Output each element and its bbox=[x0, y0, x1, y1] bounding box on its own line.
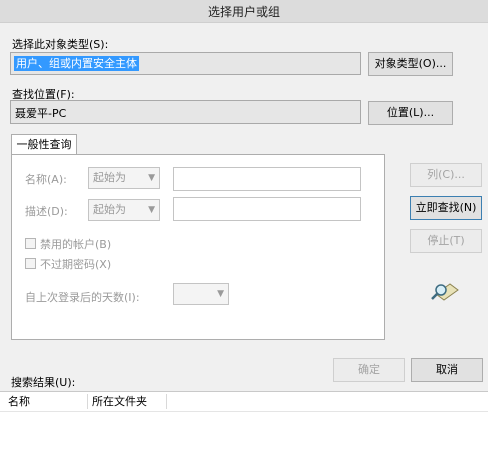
object-type-field: 用户、组或内置安全主体 bbox=[10, 52, 361, 75]
description-label: 描述(D): bbox=[25, 205, 68, 218]
chevron-down-icon: ▼ bbox=[148, 205, 155, 215]
description-input[interactable] bbox=[173, 197, 361, 221]
object-types-button[interactable]: 对象类型(O)... bbox=[368, 52, 453, 76]
tab-common-queries[interactable]: 一般性查询 bbox=[11, 134, 77, 155]
find-now-button[interactable]: 立即查找(N) bbox=[410, 196, 482, 220]
description-mode-value: 起始为 bbox=[93, 203, 126, 216]
window-title: 选择用户或组 bbox=[207, 5, 280, 19]
results-header: 名称 所在文件夹 bbox=[0, 392, 488, 412]
stop-button[interactable]: 停止(T) bbox=[410, 229, 482, 253]
cancel-button[interactable]: 取消 bbox=[411, 358, 483, 382]
title-bar: 选择用户或组 bbox=[0, 0, 488, 23]
column-divider[interactable] bbox=[87, 394, 88, 409]
days-since-logon-dropdown[interactable]: ▼ bbox=[173, 283, 229, 305]
disabled-accounts-label: 禁用的帐户(B) bbox=[40, 238, 112, 251]
object-type-label: 选择此对象类型(S): bbox=[12, 38, 109, 51]
name-mode-dropdown[interactable]: 起始为 ▼ bbox=[88, 167, 160, 189]
chevron-down-icon: ▼ bbox=[148, 173, 155, 183]
location-field: 聂爱平-PC bbox=[10, 100, 361, 124]
ok-button[interactable]: 确定 bbox=[333, 358, 405, 382]
common-queries-panel: 名称(A): 起始为 ▼ 描述(D): 起始为 ▼ 禁用的帐户(B) 不过期密码… bbox=[11, 154, 385, 340]
location-value: 聂爱平-PC bbox=[15, 107, 67, 120]
name-label: 名称(A): bbox=[25, 173, 67, 186]
non-expiring-password-label: 不过期密码(X) bbox=[40, 258, 112, 271]
days-since-logon-label: 自上次登录后的天数(I): bbox=[25, 291, 140, 304]
name-mode-value: 起始为 bbox=[93, 171, 126, 184]
non-expiring-password-checkbox[interactable] bbox=[25, 258, 36, 269]
chevron-down-icon: ▼ bbox=[217, 289, 224, 299]
columns-button[interactable]: 列(C)... bbox=[410, 163, 482, 187]
disabled-accounts-checkbox[interactable] bbox=[25, 238, 36, 249]
object-type-value: 用户、组或内置安全主体 bbox=[14, 56, 139, 71]
locations-button[interactable]: 位置(L)... bbox=[368, 101, 453, 125]
search-animation-icon bbox=[430, 274, 462, 302]
column-divider[interactable] bbox=[166, 394, 167, 409]
description-mode-dropdown[interactable]: 起始为 ▼ bbox=[88, 199, 160, 221]
search-results-label: 搜索结果(U): bbox=[11, 376, 76, 389]
column-header-name[interactable]: 名称 bbox=[8, 393, 30, 410]
name-input[interactable] bbox=[173, 167, 361, 191]
search-results-list[interactable]: 名称 所在文件夹 bbox=[0, 391, 488, 474]
column-header-folder[interactable]: 所在文件夹 bbox=[92, 393, 147, 410]
select-users-dialog: 选择用户或组 选择此对象类型(S): 用户、组或内置安全主体 对象类型(O)..… bbox=[0, 0, 488, 474]
